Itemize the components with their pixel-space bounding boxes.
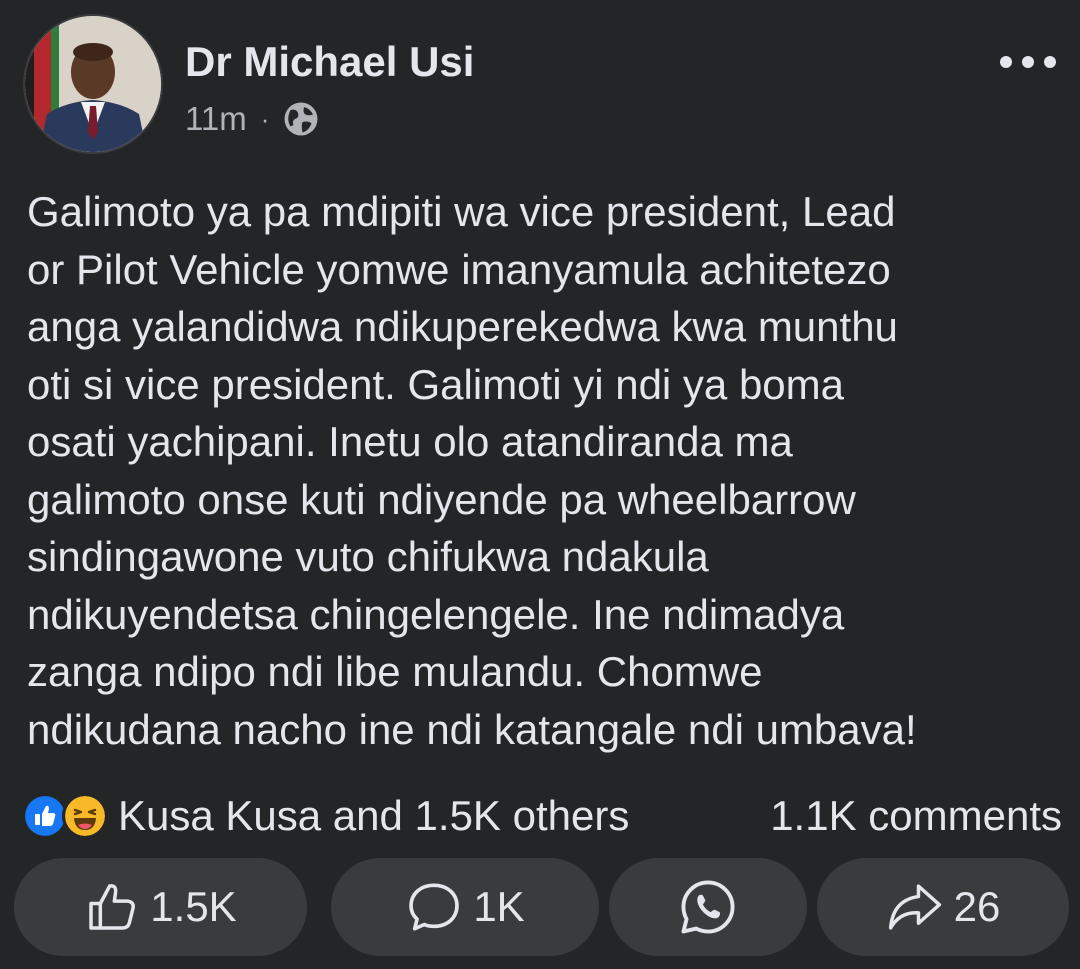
globe-icon <box>283 101 319 137</box>
like-count: 1.5K <box>150 883 237 930</box>
author-avatar[interactable] <box>23 14 163 154</box>
share-button[interactable]: 26 <box>817 858 1069 956</box>
post-timestamp[interactable]: 11m <box>185 100 247 138</box>
author-name[interactable]: Dr Michael Usi <box>185 38 474 86</box>
more-dot <box>1044 56 1056 68</box>
meta-separator: · <box>260 103 270 134</box>
post-body: Galimoto ya pa mdipiti wa vice president… <box>27 183 1057 758</box>
avatar-photo <box>25 16 161 152</box>
post-text-line: osati yachipani. Inetu olo atandiranda m… <box>27 418 793 465</box>
thumbs-up-icon <box>89 884 136 930</box>
more-dot <box>1022 56 1034 68</box>
whatsapp-icon <box>681 880 735 934</box>
post-actions: 1.5K 1K 26 <box>14 858 1069 956</box>
comment-bubble-icon <box>409 883 460 931</box>
post-text-line: Galimoto ya pa mdipiti wa vice president… <box>27 188 896 235</box>
more-options-icon[interactable] <box>1000 48 1056 76</box>
comment-button[interactable]: 1K <box>331 858 599 956</box>
reactions-summary: Kusa Kusa and 1.5K others 1.1K comments <box>22 788 1062 844</box>
post-text-line: ndikuyendetsa chingelengele. Ine ndimady… <box>27 590 845 638</box>
reactors-text[interactable]: Kusa Kusa and 1.5K others <box>118 792 629 840</box>
reaction-icons[interactable] <box>22 793 108 839</box>
post-text-line: anga yalandidwa ndikuperekedwa kwa munth… <box>27 303 898 350</box>
like-button[interactable]: 1.5K <box>14 858 307 956</box>
post-text-line: or Pilot Vehicle yomwe imanyamula achite… <box>27 245 891 293</box>
whatsapp-share-button[interactable] <box>609 858 807 956</box>
comment-count: 1K <box>473 883 525 930</box>
post-text-line: ndikudana nacho ine ndi katangale ndi um… <box>27 705 917 753</box>
post-text-line: sindingawone vuto chifukwa ndakula <box>27 533 709 580</box>
haha-reaction-icon <box>62 793 108 839</box>
post-text-line: galimoto onse kuti ndiyende pa wheelbarr… <box>27 475 856 523</box>
share-arrow-icon <box>888 884 941 930</box>
comments-count[interactable]: 1.1K comments <box>770 792 1062 840</box>
more-dot <box>1000 56 1012 68</box>
post-text-line: oti si vice president. Galimoti yi ndi y… <box>27 360 845 408</box>
post-text-line: zanga ndipo ndi libe mulandu. Chomwe <box>27 648 763 695</box>
post-meta: 11m · <box>185 98 319 140</box>
share-count: 26 <box>953 883 1001 930</box>
